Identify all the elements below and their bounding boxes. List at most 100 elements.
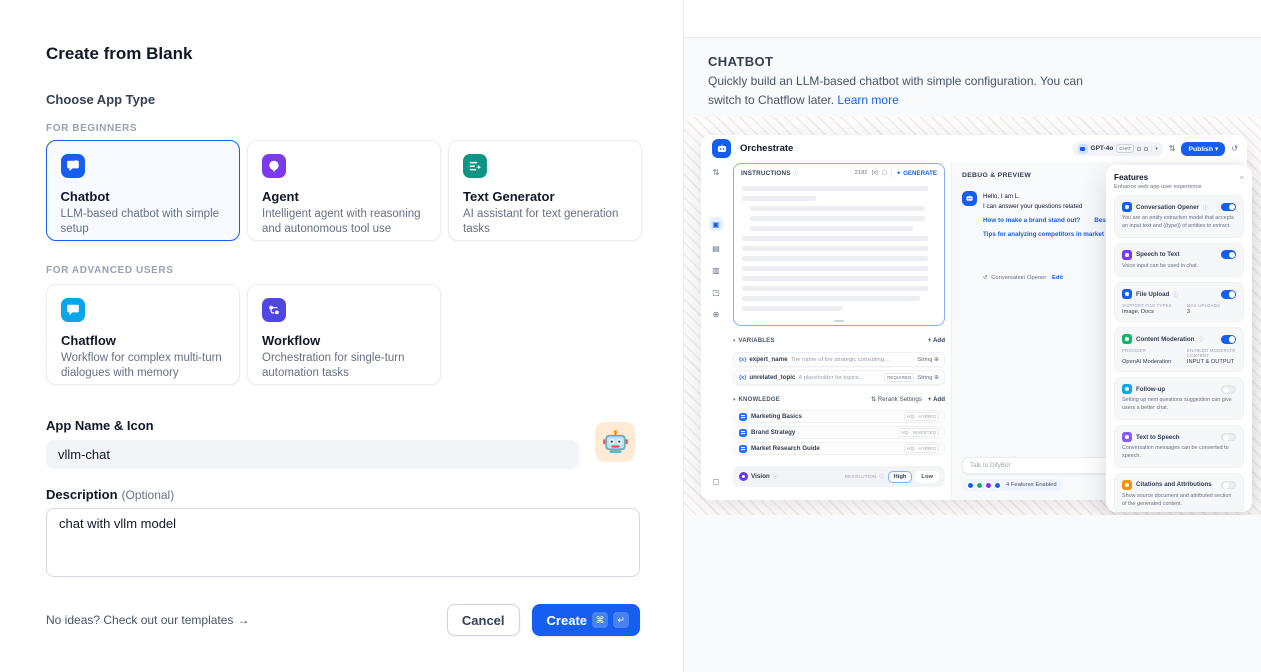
chatflow-icon [61, 298, 85, 322]
model-mode-tag: CHAT [1116, 144, 1134, 153]
feature-toggle [1221, 385, 1236, 394]
retrieval-tag: HQ · HYBRID [904, 444, 939, 453]
description-textarea[interactable]: chat with vllm model [46, 508, 640, 577]
for-beginners-label: FOR BEGINNERS [46, 123, 137, 134]
card-desc: AI assistant for text generation tasks [463, 207, 627, 237]
dataset-icon [739, 413, 747, 421]
app-type-card-workflow[interactable]: Workflow Orchestration for single-turn a… [247, 284, 441, 385]
params-icon: ⇅ [1169, 144, 1176, 153]
add-knowledge-button: + Add [928, 396, 945, 403]
card-desc: Orchestration for single-turn automation… [262, 351, 426, 381]
for-advanced-users-label: FOR ADVANCED USERS [46, 265, 173, 276]
app-type-card-chatflow[interactable]: Chatflow Workflow for complex multi-turn… [46, 284, 240, 385]
retrieval-tag: HQ · INVERTED [898, 428, 939, 437]
variable-icon: {x} [739, 357, 746, 363]
card-title: Text Generator [463, 189, 627, 204]
debug-preview-title: DEBUG & PREVIEW [962, 172, 1031, 179]
variables-header: ▾ VARIABLES + Add [733, 337, 945, 344]
create-button[interactable]: Create ⌘ ↵ [532, 604, 640, 636]
close-icon: × [1240, 173, 1244, 182]
cancel-button[interactable]: Cancel [447, 604, 520, 636]
top-strip [684, 0, 1261, 38]
resize-handle [834, 320, 844, 322]
app-name-input[interactable] [46, 440, 579, 469]
suggestion-link: Bes [1094, 217, 1106, 224]
knowledge-row: Brand Strategy HQ · INVERTED [733, 426, 945, 439]
features-panel: Features × Enhance web app user experien… [1106, 165, 1252, 512]
enter-key-icon: ↵ [613, 612, 629, 628]
feature-card-file-upload: File Upload ⓘ SUPPORT FILE TYPES MAX UPL… [1114, 282, 1244, 322]
file-upload-icon [1122, 289, 1132, 299]
card-title: Agent [262, 189, 426, 204]
chatbot-icon [61, 154, 85, 178]
vision-capability-icon [1144, 147, 1148, 151]
resolution-low-option: Low [915, 471, 939, 483]
variables-icon: {x} [872, 170, 878, 176]
card-title: Chatflow [61, 333, 225, 348]
info-description: Quickly build an LLM-based chatbot with … [708, 72, 1088, 109]
info-icon: ⓘ [1203, 204, 1208, 211]
cmd-key-icon: ⌘ [592, 612, 608, 628]
feature-toggle [1221, 335, 1236, 344]
prompt-skeleton-text [734, 180, 944, 322]
char-count: 2182 [855, 170, 868, 176]
arrow-right-icon: → [237, 613, 249, 627]
modal-footer: No ideas? Check out our templates→ Cance… [46, 604, 640, 636]
app-type-card-text-generator[interactable]: Text Generator AI assistant for text gen… [448, 140, 642, 241]
retrieval-tag: HQ · HYBRID [904, 412, 939, 421]
generate-button: ✦ GENERATE [891, 170, 937, 177]
conversation-opener-icon [1122, 202, 1132, 212]
info-heading: CHATBOT [708, 54, 773, 69]
suggestion-link: Tips for analyzing competitors in market [983, 231, 1104, 238]
model-name: GPT-4o [1091, 145, 1114, 152]
info-icon: ⓘ [773, 473, 778, 480]
knowledge-row: Market Research Guide HQ · HYBRID [733, 442, 945, 455]
instructions-panel: INSTRUCTIONS ⓘ 2182 {x} ▢ ✦ GENERATE [733, 163, 945, 326]
features-title: Features [1114, 173, 1148, 182]
learn-more-link[interactable]: Learn more [837, 93, 898, 107]
feature-toggle [1221, 433, 1236, 442]
web-tab-icon: ⊕ [713, 310, 720, 319]
suggestion-link: How to make a brand stand out? [983, 217, 1080, 224]
add-variable-button: + Add [928, 337, 945, 344]
info-icon: ⓘ [1198, 336, 1203, 343]
app-type-card-chatbot[interactable]: Chatbot LLM-based chatbot with simple se… [46, 140, 240, 241]
content-moderation-icon [1122, 334, 1132, 344]
templates-link[interactable]: No ideas? Check out our templates→ [46, 613, 249, 627]
preview-app-icon [712, 139, 731, 158]
feature-toggle [1221, 203, 1236, 212]
variable-icon: {x} [739, 375, 746, 381]
page-title: Create from Blank [46, 44, 192, 64]
create-app-modal: Create from Blank Choose App Type FOR BE… [0, 0, 1261, 672]
app-type-info-panel: CHATBOT Quickly build an LLM-based chatb… [683, 0, 1261, 672]
model-selector: GPT-4o CHAT ▾ [1073, 142, 1163, 156]
resolution-high-option: High [888, 471, 913, 483]
feature-toggle [1221, 250, 1236, 259]
required-badge: REQUIRED [884, 373, 914, 382]
notes-tab-icon: ◳ [712, 288, 720, 297]
panel-toggle-icon: ◻ [713, 477, 720, 486]
variable-row: {x} unrelated_topic A placeholder for to… [733, 370, 945, 385]
info-icon: ⓘ [1173, 291, 1178, 298]
advanced-cards: Chatflow Workflow for complex multi-turn… [46, 284, 642, 385]
vision-setting-row: Vision ⓘ RESOLUTION ⓘ High Low [733, 466, 945, 487]
feature-card-citations: Citations and Attributions Show source d… [1114, 473, 1244, 512]
text-generator-icon [463, 154, 487, 178]
chatbot-preview-illustration: Orchestrate GPT-4o CHAT ▾ ⇅ Publish ▾ ↺ [684, 117, 1261, 515]
description-label: Description(Optional) [46, 487, 174, 502]
instructions-title: INSTRUCTIONS [741, 170, 791, 177]
history-icon: ↺ [1231, 144, 1238, 153]
info-icon: ⓘ [880, 473, 885, 480]
follow-up-icon [1122, 384, 1132, 394]
conversation-opener-row: ↺ Conversation Opener Edit [983, 275, 1063, 281]
app-icon-picker[interactable] [595, 422, 635, 462]
knowledge-header: ▾ KNOWLEDGE ⇅ Rerank Settings + Add [733, 396, 945, 403]
chevron-down-icon: ▾ [733, 397, 736, 403]
feature-toggle [1221, 290, 1236, 299]
feature-dot-icon [994, 482, 1001, 489]
features-subtitle: Enhance web app user experience [1114, 184, 1244, 190]
preview-app-title: Orchestrate [740, 143, 793, 154]
app-type-card-agent[interactable]: Agent Intelligent agent with reasoning a… [247, 140, 441, 241]
image-tab-icon: ▤ [712, 244, 720, 253]
feature-dot-icon [976, 482, 983, 489]
